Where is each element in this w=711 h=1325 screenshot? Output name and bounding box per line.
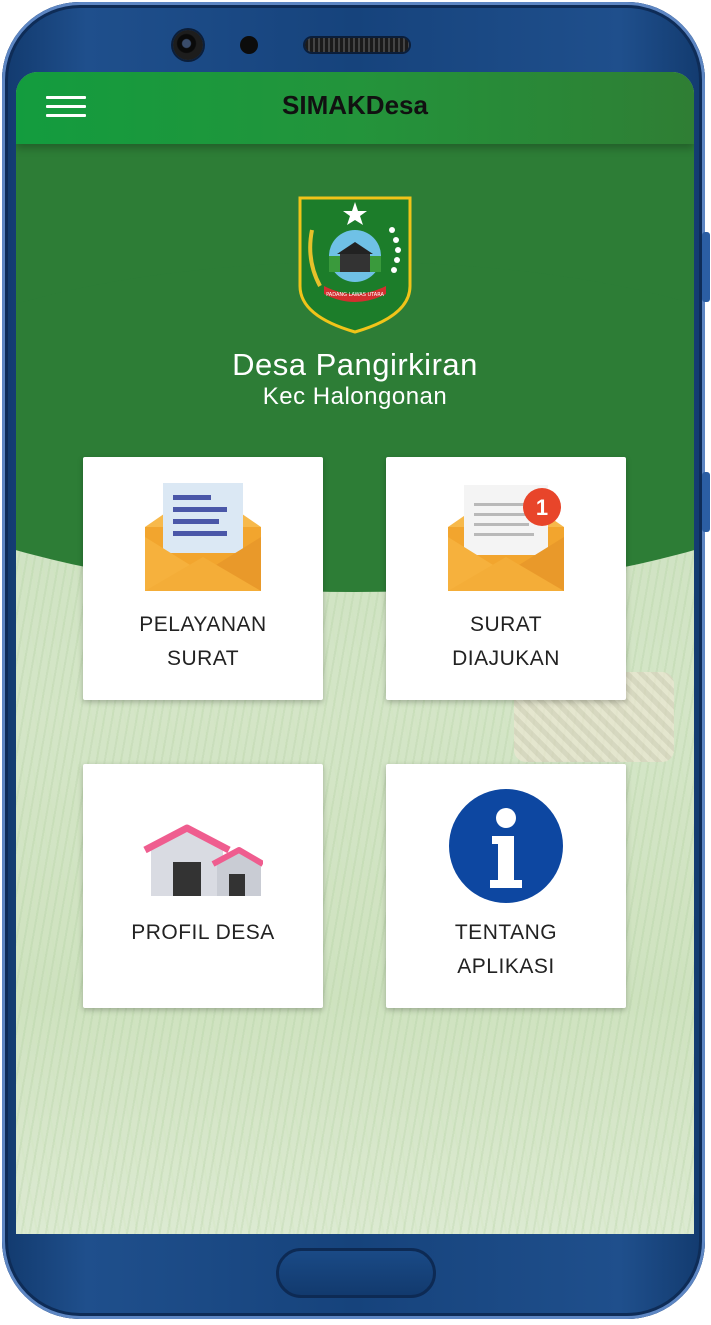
envelope-notification-icon: 1: [448, 485, 564, 591]
power-button: [702, 472, 710, 532]
front-camera-icon: [173, 30, 203, 60]
houses-icon: [143, 824, 263, 896]
sensor-icon: [240, 36, 258, 54]
village-name: Desa Pangirkiran: [232, 347, 478, 382]
emblem-text: PADANG LAWAS UTARA: [326, 292, 384, 298]
menu-label-line1: PROFIL DESA: [131, 921, 275, 944]
app-bar: SIMAKDesa: [16, 72, 694, 144]
menu-card-pelayanan-surat[interactable]: PELAYANAN SURAT: [83, 457, 323, 700]
envelope-document-icon: [145, 483, 261, 591]
menu-label-line2: SURAT: [166, 647, 240, 670]
notification-badge-count: 1: [536, 495, 548, 520]
district-name: Kec Halongonan: [262, 383, 448, 410]
menu-card-profil-desa[interactable]: PROFIL DESA: [83, 764, 323, 1008]
volume-button: [702, 232, 710, 302]
home-button[interactable]: [276, 1248, 436, 1298]
menu-label-line1: TENTANG: [454, 921, 558, 944]
info-icon: [449, 789, 563, 903]
menu-card-tentang-aplikasi[interactable]: TENTANG APLIKASI: [386, 764, 626, 1008]
menu-label-line1: SURAT: [469, 613, 543, 636]
speaker-grille: [305, 38, 409, 52]
menu-label-line2: APLIKASI: [457, 955, 555, 978]
menu-label-line1: PELAYANAN: [139, 613, 267, 636]
app-title: SIMAKDesa: [282, 90, 428, 120]
regency-emblem-icon: PADANG LAWAS UTARA: [298, 196, 412, 334]
app-screen: SIMAKDesa PADANG LAWAS UTARA Desa Pangir…: [16, 72, 694, 1234]
menu-label-line2: DIAJUKAN: [452, 647, 560, 670]
menu-card-surat-diajukan[interactable]: 1 SURAT DIAJUKAN: [386, 457, 626, 700]
